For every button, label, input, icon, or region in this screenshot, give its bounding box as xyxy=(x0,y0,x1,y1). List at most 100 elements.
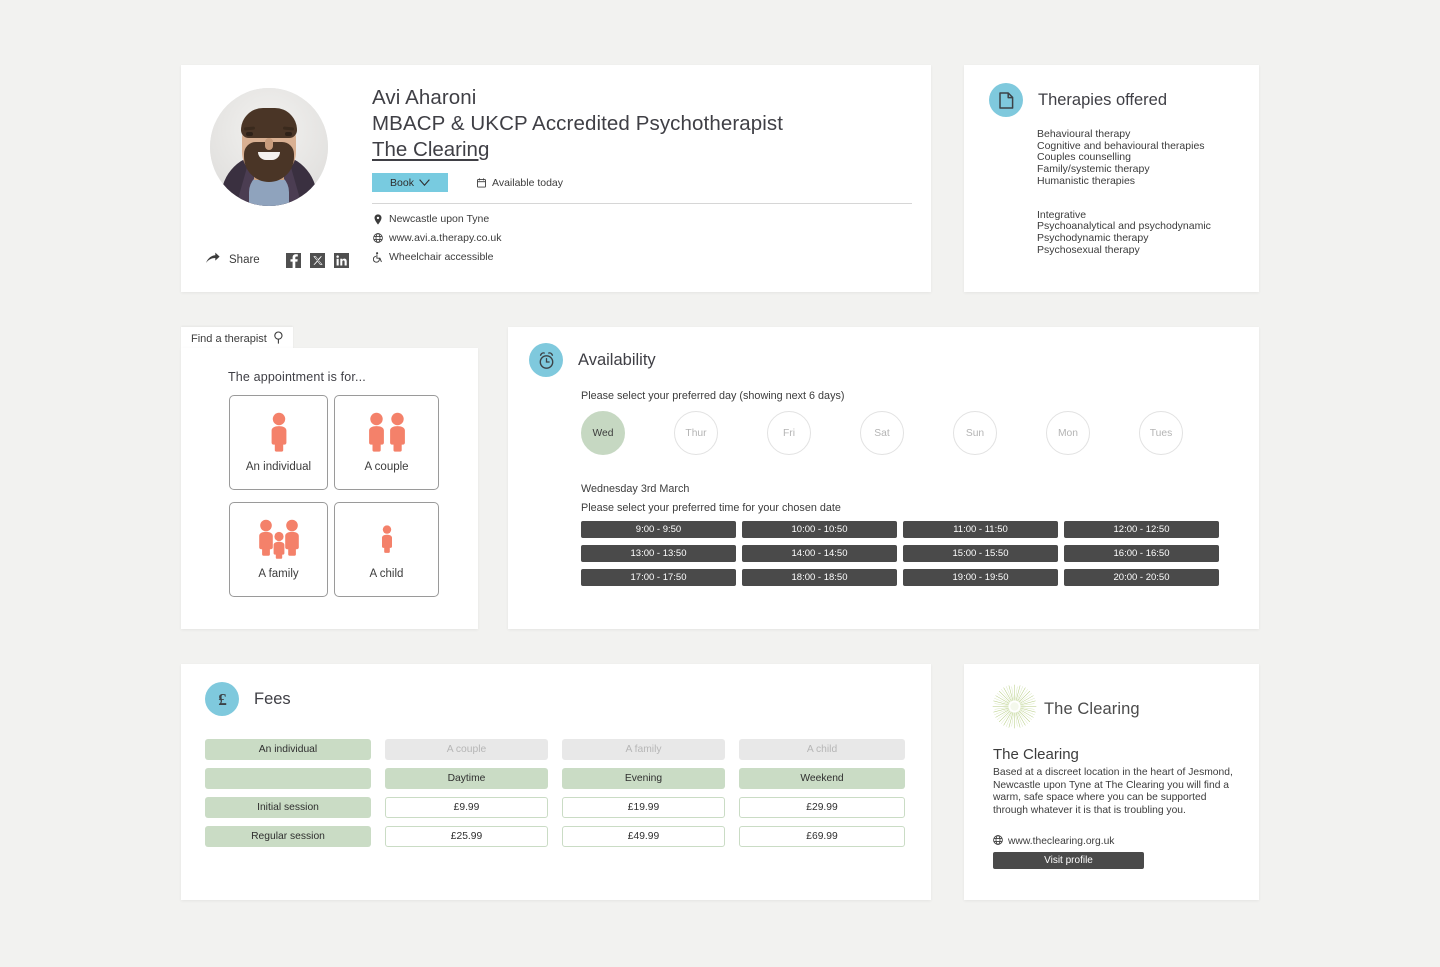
clinic-description: Based at a discreet location in the hear… xyxy=(993,767,1240,817)
svg-text:£: £ xyxy=(218,690,227,709)
share-arrow-icon[interactable] xyxy=(206,251,220,269)
location-line: Newcastle upon Tyne xyxy=(372,213,501,225)
tab-find-a-therapist[interactable]: Find a therapist xyxy=(181,327,293,350)
time-slot[interactable]: 16:00 - 16:50 xyxy=(1064,545,1219,562)
fees-header-blank xyxy=(205,768,371,789)
fees-client-tab-family[interactable]: A family xyxy=(562,739,725,760)
fees-cell: £49.99 xyxy=(562,826,725,847)
search-icon xyxy=(273,331,284,347)
appointment-option-child[interactable]: A child xyxy=(334,502,439,597)
fees-cell: £69.99 xyxy=(739,826,905,847)
profile-meta-list: Newcastle upon Tyne www.avi.a.therapy.co… xyxy=(372,213,501,263)
fees-client-tab-child[interactable]: A child xyxy=(739,739,905,760)
available-today: Available today xyxy=(476,177,563,189)
therapies-title: Therapies offered xyxy=(1038,91,1167,110)
location-label: Newcastle upon Tyne xyxy=(389,213,489,225)
facebook-icon[interactable] xyxy=(286,253,301,268)
appointment-heading: The appointment is for... xyxy=(228,370,366,384)
profile-clinic-link[interactable]: The Clearing xyxy=(372,137,489,163)
accessibility-line: Wheelchair accessible xyxy=(372,251,501,263)
website-label[interactable]: www.avi.a.therapy.co.uk xyxy=(389,232,501,244)
therapies-header: Therapies offered xyxy=(989,83,1167,117)
book-button[interactable]: Book xyxy=(372,173,448,192)
availability-title: Availability xyxy=(578,351,656,370)
day-selector: Wed Thur Fri Sat Sun Mon Tues xyxy=(581,411,1183,455)
tab-find-a-therapist-label: Find a therapist xyxy=(191,333,267,345)
fees-header-evening: Evening xyxy=(562,768,725,789)
time-slot[interactable]: 10:00 - 10:50 xyxy=(742,521,897,538)
therapies-list: Behavioural therapy Cognitive and behavi… xyxy=(1037,129,1211,256)
fees-table: An individual A couple A family A child … xyxy=(205,739,905,847)
availability-day-prompt: Please select your preferred day (showin… xyxy=(581,390,844,402)
profile-divider xyxy=(372,203,912,204)
available-today-label: Available today xyxy=(492,177,563,189)
share-row: Share xyxy=(206,251,349,269)
fees-title: Fees xyxy=(254,690,291,709)
availability-time-prompt: Please select your preferred time for yo… xyxy=(581,502,841,514)
time-slot[interactable]: 13:00 - 13:50 xyxy=(581,545,736,562)
time-slot[interactable]: 20:00 - 20:50 xyxy=(1064,569,1219,586)
globe-icon xyxy=(372,233,383,243)
visit-profile-button[interactable]: Visit profile xyxy=(993,852,1144,869)
fees-client-tab-couple[interactable]: A couple xyxy=(385,739,548,760)
calendar-icon xyxy=(476,178,487,188)
share-label: Share xyxy=(229,254,260,266)
page-root: Share Avi Aharoni MBACP & UKCP Accredite… xyxy=(0,0,1440,967)
globe-icon xyxy=(993,835,1003,848)
appointment-option-label: A family xyxy=(258,568,298,580)
therapist-profile-card: Share Avi Aharoni MBACP & UKCP Accredite… xyxy=(181,65,931,292)
clinic-logo-name: The Clearing xyxy=(1044,700,1140,719)
fees-cell: £9.99 xyxy=(385,797,548,818)
website-line: www.avi.a.therapy.co.uk xyxy=(372,232,501,244)
fees-cell: £19.99 xyxy=(562,797,725,818)
fees-client-tab-individual[interactable]: An individual xyxy=(205,739,371,760)
couple-icon xyxy=(364,412,410,457)
time-slot[interactable]: 17:00 - 17:50 xyxy=(581,569,736,586)
day-option-mon[interactable]: Mon xyxy=(1046,411,1090,455)
time-slot[interactable]: 18:00 - 18:50 xyxy=(742,569,897,586)
pound-icon: £ xyxy=(205,682,239,716)
appointment-option-label: A child xyxy=(370,568,404,580)
appointment-option-family[interactable]: A family xyxy=(229,502,328,597)
appointment-option-label: A couple xyxy=(364,461,408,473)
map-pin-icon xyxy=(372,214,383,225)
x-twitter-icon[interactable] xyxy=(310,253,325,268)
day-option-fri[interactable]: Fri xyxy=(767,411,811,455)
profile-credentials: MBACP & UKCP Accredited Psychotherapist xyxy=(372,111,912,137)
fees-header-daytime: Daytime xyxy=(385,768,548,789)
individual-icon xyxy=(266,412,292,457)
sunburst-logo-icon xyxy=(991,683,1038,735)
clinic-card: The Clearing The Clearing Based at a dis… xyxy=(964,664,1259,900)
time-slot-grid: 9:00 - 9:50 10:00 - 10:50 11:00 - 11:50 … xyxy=(581,521,1219,586)
fees-row-label: Regular session xyxy=(205,826,371,847)
time-slot[interactable]: 12:00 - 12:50 xyxy=(1064,521,1219,538)
day-option-tues[interactable]: Tues xyxy=(1139,411,1183,455)
clinic-logo-row: The Clearing xyxy=(991,683,1140,735)
time-slot[interactable]: 19:00 - 19:50 xyxy=(903,569,1058,586)
family-icon xyxy=(255,519,303,564)
therapy-item: Psychodynamic therapy xyxy=(1037,233,1211,245)
chevron-down-icon xyxy=(419,177,430,189)
day-option-sat[interactable]: Sat xyxy=(860,411,904,455)
time-slot[interactable]: 14:00 - 14:50 xyxy=(742,545,897,562)
clinic-website-line[interactable]: www.theclearing.org.uk xyxy=(993,835,1114,848)
avatar xyxy=(210,88,328,206)
fees-header-weekend: Weekend xyxy=(739,768,905,789)
selected-date-label: Wednesday 3rd March xyxy=(581,483,689,495)
profile-headings: Avi Aharoni MBACP & UKCP Accredited Psyc… xyxy=(372,85,912,163)
therapies-list-spacer xyxy=(1037,188,1211,210)
day-option-sun[interactable]: Sun xyxy=(953,411,997,455)
appointment-option-individual[interactable]: An individual xyxy=(229,395,328,490)
day-option-thur[interactable]: Thur xyxy=(674,411,718,455)
appointment-option-couple[interactable]: A couple xyxy=(334,395,439,490)
therapy-item: Behavioural therapy xyxy=(1037,129,1211,141)
linkedin-icon[interactable] xyxy=(334,253,349,268)
book-button-label: Book xyxy=(390,177,414,189)
time-slot[interactable]: 9:00 - 9:50 xyxy=(581,521,736,538)
day-option-wed[interactable]: Wed xyxy=(581,411,625,455)
book-row: Book Available today xyxy=(372,173,563,192)
clinic-heading: The Clearing xyxy=(993,746,1079,763)
therapy-item: Psychosexual therapy xyxy=(1037,245,1211,257)
time-slot[interactable]: 11:00 - 11:50 xyxy=(903,521,1058,538)
time-slot[interactable]: 15:00 - 15:50 xyxy=(903,545,1058,562)
